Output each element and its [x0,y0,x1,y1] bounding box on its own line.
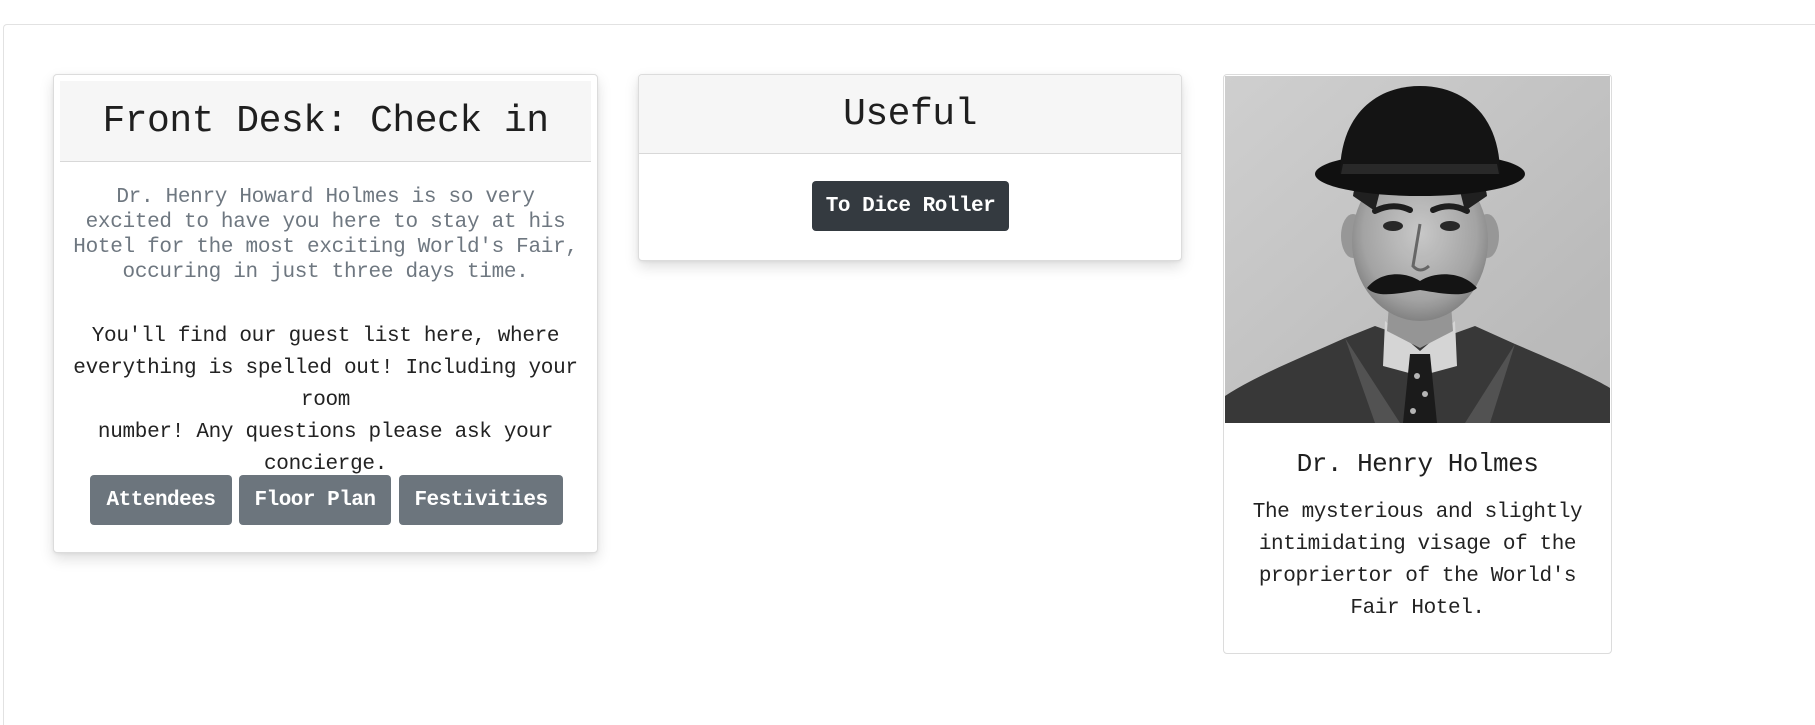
portrait-illustration [1225,76,1610,423]
profile-name: Dr. Henry Holmes [1296,449,1539,479]
profile-card: Dr. Henry Holmes The mysterious and slig… [1223,74,1612,654]
description-line: propriertor of the World's [1258,565,1577,588]
checkin-card: Front Desk: Check in Dr. Henry Howard Ho… [53,74,598,553]
intro-line: Hotel for the most exciting World's Fair… [73,236,578,259]
profile-description: The mysterious and slightly intimidating… [1244,497,1591,625]
checkin-card-header: Front Desk: Check in [60,81,591,162]
checkin-body-text: You'll find our guest list here, where e… [54,321,597,481]
useful-card-header: Useful [639,75,1181,154]
useful-card-title: Useful [843,92,977,136]
dice-roller-button[interactable]: To Dice Roller [812,181,1009,231]
body-line: number! Any questions please ask your [97,421,554,444]
checkin-button-row: Attendees Floor Plan Festivities [54,475,597,525]
intro-line: Dr. Henry Howard Holmes is so very [116,186,535,209]
checkin-card-title: Front Desk: Check in [102,99,549,143]
intro-line: occuring in just three days time. [122,261,529,284]
portrait-photo [1225,76,1610,423]
floor-plan-button[interactable]: Floor Plan [239,475,391,525]
useful-card: Useful To Dice Roller [638,74,1182,261]
description-line: Fair Hotel. [1350,597,1485,620]
festivities-button[interactable]: Festivities [399,475,563,525]
description-line: intimidating visage of the [1258,533,1577,556]
description-line: The mysterious and slightly [1252,501,1583,524]
attendees-button[interactable]: Attendees [90,475,232,525]
checkin-intro-text: Dr. Henry Howard Holmes is so very excit… [60,185,591,285]
body-line: You'll find our guest list here, where [91,325,560,348]
body-line: everything is spelled out! Including you… [73,357,578,412]
intro-line: excited to have you here to stay at his [85,211,566,234]
